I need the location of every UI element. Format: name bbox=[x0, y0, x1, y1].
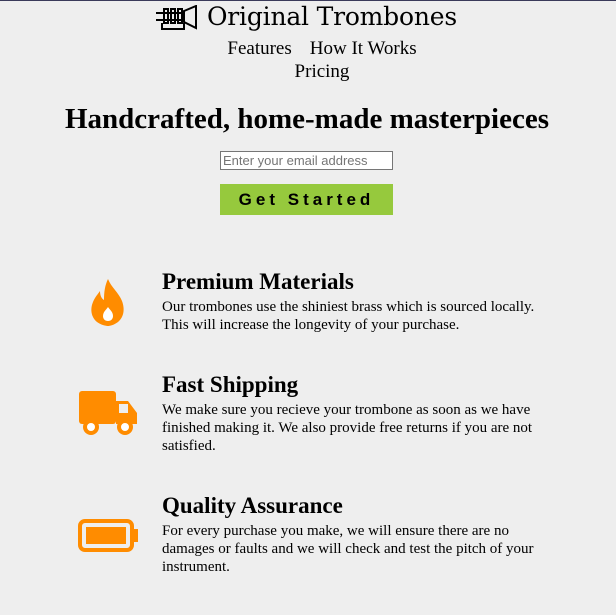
email-field[interactable] bbox=[220, 151, 393, 170]
flame-icon bbox=[89, 277, 127, 332]
trombone-logo-icon[interactable] bbox=[154, 3, 200, 33]
site-header: Original Trombones Features How It WorksP… bbox=[0, 1, 616, 89]
feature-title: Premium Materials bbox=[162, 269, 354, 294]
get-started-button[interactable]: Get Started bbox=[220, 184, 393, 215]
hero-title: Handcrafted, home-made masterpieces bbox=[64, 103, 550, 135]
nav-link-how-it-works[interactable]: How It Works bbox=[310, 37, 417, 60]
nav-link-features[interactable]: Features bbox=[227, 37, 291, 60]
feature-text: For every purchase you make, we will ens… bbox=[162, 523, 534, 575]
main-nav: Features How It WorksPricing bbox=[200, 37, 444, 83]
battery-icon bbox=[78, 519, 140, 558]
feature-text: Our trombones use the shiniest brass whi… bbox=[162, 299, 535, 333]
truck-icon bbox=[79, 389, 141, 444]
nav-link-pricing[interactable]: Pricing bbox=[295, 60, 350, 83]
feature-title: Fast Shipping bbox=[162, 372, 299, 397]
feature-text: We make sure you recieve your trombone a… bbox=[162, 402, 533, 454]
signup-form: Get Started bbox=[220, 151, 393, 215]
brand-name: Original Trombones bbox=[207, 2, 457, 31]
feature-title: Quality Assurance bbox=[162, 493, 343, 518]
